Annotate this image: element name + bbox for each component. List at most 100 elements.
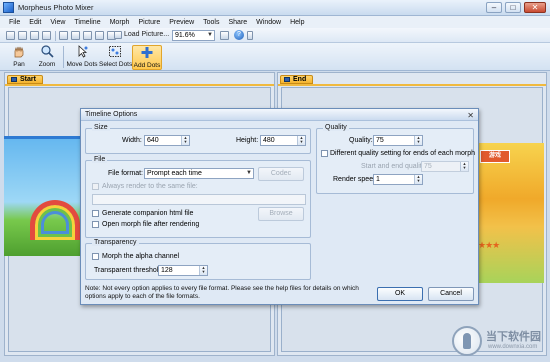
dropdown-icon[interactable] bbox=[247, 31, 253, 40]
threshold-label: Transparent threshold: bbox=[94, 267, 165, 274]
companion-html-checkbox[interactable] bbox=[92, 210, 99, 217]
select-dots-icon bbox=[109, 46, 121, 57]
menu-view[interactable]: View bbox=[50, 19, 65, 26]
quality-legend: Quality bbox=[323, 124, 349, 131]
tab-end-label: End bbox=[293, 76, 307, 83]
height-value: 480 bbox=[263, 137, 275, 144]
render-speed-value: 1 bbox=[376, 176, 380, 183]
menu-file[interactable]: File bbox=[9, 19, 20, 26]
threshold-spinner[interactable]: 128 ▲ ▼ bbox=[158, 265, 208, 276]
watermark-logo-icon bbox=[452, 326, 482, 356]
quality-group: Quality Quality: 75 ▲ ▼ Different quality… bbox=[316, 124, 476, 194]
fit-icon[interactable] bbox=[220, 31, 229, 40]
end-image bbox=[472, 143, 544, 283]
always-render-label: Always render to the same file: bbox=[102, 183, 198, 190]
cancel-button[interactable]: Cancel bbox=[428, 287, 474, 301]
quality-value: 75 bbox=[376, 137, 384, 144]
pan-label: Pan bbox=[13, 61, 25, 68]
hand-icon bbox=[14, 46, 24, 58]
save-icon[interactable] bbox=[30, 31, 39, 40]
codec-button[interactable]: Codec bbox=[258, 167, 304, 181]
app-icon bbox=[3, 2, 14, 13]
select-dots-tool[interactable]: Select Dots bbox=[99, 45, 132, 70]
stars-graphic: ★★★ bbox=[478, 240, 500, 250]
menu-tools[interactable]: Tools bbox=[203, 19, 219, 26]
tab-start[interactable]: Start bbox=[7, 75, 43, 84]
transparency-group: Transparency Morph the alpha channel Tra… bbox=[85, 239, 311, 280]
width-spinner[interactable]: 640 ▲ ▼ bbox=[144, 135, 190, 146]
width-value: 640 bbox=[147, 137, 159, 144]
pane-strip bbox=[278, 84, 546, 86]
cut-icon[interactable] bbox=[83, 31, 92, 40]
maximize-button[interactable]: □ bbox=[505, 2, 521, 13]
play-icon[interactable] bbox=[42, 31, 51, 40]
quality-label: Quality: bbox=[349, 137, 373, 144]
open-after-render-label: Open morph file after rendering bbox=[102, 221, 200, 228]
file-group: File File format: Prompt each time ▼ Cod… bbox=[85, 156, 311, 238]
chevron-down-icon: ▼ bbox=[207, 32, 213, 38]
quality-spinner[interactable]: 75 ▲ ▼ bbox=[373, 135, 423, 146]
spinner-arrows-icon[interactable]: ▲ ▼ bbox=[297, 136, 305, 145]
pan-tool[interactable]: Pan bbox=[9, 45, 29, 70]
start-end-quality-spinner[interactable]: 75 ▲ ▼ bbox=[421, 161, 469, 172]
redo-icon[interactable] bbox=[71, 31, 80, 40]
load-picture-button[interactable]: Load Picture... bbox=[124, 31, 169, 38]
help-icon[interactable]: ? bbox=[234, 30, 244, 40]
dialog-note: Note: Not every option applies to every … bbox=[85, 285, 359, 300]
load-picture-icon[interactable] bbox=[114, 31, 122, 39]
render-file-path-field[interactable] bbox=[92, 194, 306, 205]
move-dots-label: Move Dots bbox=[66, 61, 98, 68]
always-render-checkbox[interactable] bbox=[92, 183, 99, 190]
image-icon bbox=[284, 77, 290, 82]
menu-timeline[interactable]: Timeline bbox=[74, 19, 100, 26]
spinner-arrows-icon[interactable]: ▲ ▼ bbox=[460, 162, 468, 171]
different-quality-label: Different quality setting for ends of ea… bbox=[330, 150, 476, 157]
add-dots-tool[interactable]: Add Dots bbox=[132, 45, 162, 70]
watermark-url: www.downxia.com bbox=[488, 344, 538, 350]
undo-icon[interactable] bbox=[59, 31, 68, 40]
ok-button[interactable]: OK bbox=[377, 287, 423, 301]
browse-button[interactable]: Browse bbox=[258, 207, 304, 221]
add-dots-label: Add Dots bbox=[133, 62, 161, 69]
copy-icon[interactable] bbox=[95, 31, 104, 40]
quick-toolbar: Load Picture... 91.6% ▼ ? bbox=[0, 28, 550, 43]
add-dots-icon bbox=[141, 47, 153, 58]
game-banner: 游戏 bbox=[480, 150, 510, 163]
zoom-select[interactable]: 91.6% ▼ bbox=[172, 30, 215, 41]
open-folder-icon[interactable] bbox=[18, 31, 27, 40]
dialog-close-icon[interactable]: ✕ bbox=[467, 111, 474, 120]
file-format-select[interactable]: Prompt each time ▼ bbox=[144, 168, 254, 179]
size-legend: Size bbox=[92, 124, 110, 131]
file-legend: File bbox=[92, 156, 108, 163]
spinner-arrows-icon[interactable]: ▲ ▼ bbox=[414, 175, 422, 184]
toolbar-separator bbox=[63, 46, 64, 68]
transparency-legend: Transparency bbox=[92, 239, 139, 246]
menu-picture[interactable]: Picture bbox=[138, 19, 160, 26]
morph-alpha-label: Morph the alpha channel bbox=[102, 253, 180, 260]
morph-alpha-checkbox[interactable] bbox=[92, 253, 99, 260]
start-end-quality-value: 75 bbox=[424, 163, 432, 170]
different-quality-checkbox[interactable] bbox=[321, 150, 328, 157]
menu-preview[interactable]: Preview bbox=[169, 19, 194, 26]
zoom-value: 91.6% bbox=[175, 32, 195, 39]
zoom-tool[interactable]: Zoom bbox=[36, 45, 58, 70]
menu-edit[interactable]: Edit bbox=[29, 19, 41, 26]
menu-help[interactable]: Help bbox=[290, 19, 304, 26]
menu-morph[interactable]: Morph bbox=[110, 19, 130, 26]
render-speed-spinner[interactable]: 1 ▲ ▼ bbox=[373, 174, 423, 185]
spinner-arrows-icon[interactable]: ▲ ▼ bbox=[199, 266, 207, 275]
spinner-arrows-icon[interactable]: ▲ ▼ bbox=[181, 136, 189, 145]
spinner-arrows-icon[interactable]: ▲ ▼ bbox=[414, 136, 422, 145]
file-format-label: File format: bbox=[108, 170, 144, 177]
main-toolbar: Pan Zoom Move Dots Select Dots Add Dots bbox=[0, 43, 550, 71]
toolbar-separator bbox=[55, 31, 56, 41]
height-spinner[interactable]: 480 ▲ ▼ bbox=[260, 135, 306, 146]
open-after-render-checkbox[interactable] bbox=[92, 221, 99, 228]
minimize-button[interactable]: – bbox=[486, 2, 502, 13]
menu-share[interactable]: Share bbox=[228, 19, 247, 26]
close-button[interactable]: ✕ bbox=[524, 2, 546, 13]
menu-window[interactable]: Window bbox=[256, 19, 281, 26]
move-dots-tool[interactable]: Move Dots bbox=[66, 45, 98, 70]
tab-end[interactable]: End bbox=[280, 75, 314, 84]
new-file-icon[interactable] bbox=[6, 31, 15, 40]
